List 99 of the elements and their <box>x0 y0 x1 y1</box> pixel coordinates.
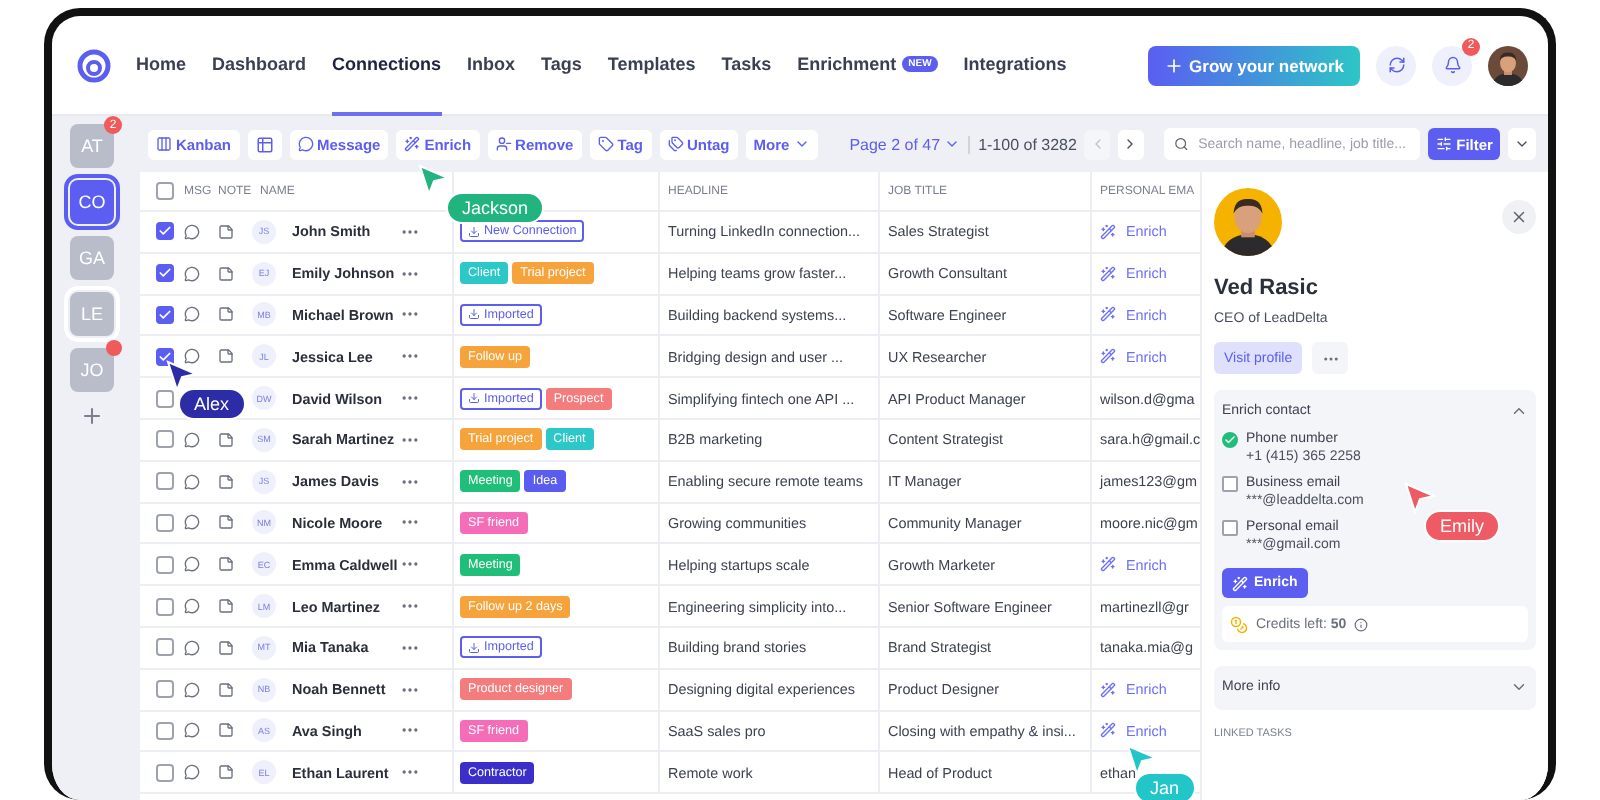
view-toggle-button[interactable] <box>247 129 282 159</box>
message-icon <box>184 764 200 781</box>
wand-icon <box>1100 722 1116 739</box>
note-icon <box>218 265 234 282</box>
add-icon <box>80 404 104 428</box>
row-checkbox[interactable] <box>156 222 174 241</box>
grow-network-button[interactable]: Grow your network <box>1147 45 1360 85</box>
note-icon <box>218 348 234 365</box>
wand-icon <box>1100 223 1116 240</box>
workspace-tile[interactable]: CO <box>70 180 114 224</box>
note-icon <box>218 514 234 531</box>
result-range: 1-100 of 3282 <box>978 135 1077 153</box>
note-icon <box>218 431 234 448</box>
wand-icon <box>1100 681 1116 698</box>
note-icon <box>218 722 234 739</box>
wand-icon <box>404 136 421 152</box>
sliders-icon <box>1436 136 1453 152</box>
note-icon <box>218 223 234 240</box>
caret-icon <box>1514 136 1531 152</box>
row-checkbox[interactable] <box>156 513 174 532</box>
download-icon <box>468 392 480 405</box>
row-checkbox[interactable] <box>156 347 174 366</box>
message-icon <box>184 348 200 365</box>
row-checkbox[interactable] <box>156 472 174 491</box>
bell-icon <box>1443 56 1461 74</box>
row-checkbox[interactable] <box>156 763 174 782</box>
message-icon <box>184 681 200 698</box>
note-icon <box>218 473 234 490</box>
row-checkbox[interactable] <box>156 555 174 574</box>
message-icon <box>184 598 200 615</box>
wand-icon <box>1100 348 1116 365</box>
wand-icon <box>1232 575 1248 591</box>
page-selector[interactable]: Page 2 of 47 <box>849 135 971 153</box>
info-icon <box>1354 617 1369 631</box>
message-icon <box>184 223 200 240</box>
row-checkbox[interactable] <box>156 721 174 740</box>
note-icon <box>218 681 234 698</box>
message-icon <box>184 473 200 490</box>
nav-link[interactable]: Integrations <box>963 16 1067 115</box>
note-icon <box>218 639 234 656</box>
note-icon <box>218 306 234 323</box>
cursor-label: Jan <box>1134 772 1196 800</box>
checkbox[interactable] <box>1222 520 1238 536</box>
refresh-button[interactable] <box>1376 45 1416 85</box>
download-icon <box>468 308 480 321</box>
cursor-icon <box>1404 482 1436 514</box>
logo-icon[interactable] <box>76 47 112 83</box>
contact-name: Ved Rasic <box>1214 276 1320 300</box>
more-button[interactable] <box>1312 342 1349 374</box>
note-icon <box>218 556 234 573</box>
message-icon <box>184 722 200 739</box>
message-icon <box>184 265 200 282</box>
search-icon <box>1173 136 1189 152</box>
tags-icon <box>667 136 684 152</box>
close-icon <box>1510 208 1528 226</box>
row-checkbox[interactable] <box>156 264 174 283</box>
nav-link[interactable]: Inbox <box>467 16 516 115</box>
note-icon <box>218 764 234 781</box>
cursor-label: Emily <box>1424 510 1500 542</box>
nav-link[interactable]: Dashboard <box>212 16 307 115</box>
nav-link[interactable]: Tags <box>541 16 582 115</box>
note-icon <box>218 598 234 615</box>
user-minus-icon <box>495 136 512 152</box>
select-all-checkbox[interactable] <box>156 182 174 200</box>
dropdown-button[interactable] <box>1508 128 1536 160</box>
message-icon <box>184 556 200 573</box>
coins-icon <box>1230 615 1248 633</box>
row-checkbox[interactable] <box>156 680 174 699</box>
message-icon <box>184 639 200 656</box>
refresh-icon <box>1387 56 1405 74</box>
speech-bubble-icon <box>297 136 314 152</box>
nav-link[interactable]: Home <box>136 16 187 115</box>
caret-icon <box>793 136 810 152</box>
cursor-icon <box>166 360 198 392</box>
nav-link[interactable]: Tasks <box>721 16 772 115</box>
table-icon <box>255 135 274 153</box>
wand-icon <box>1100 306 1116 323</box>
message-icon <box>184 431 200 448</box>
row-checkbox[interactable] <box>156 389 174 408</box>
tag-icon <box>597 136 614 152</box>
row-checkbox[interactable] <box>156 638 174 657</box>
row-checkbox[interactable] <box>156 430 174 449</box>
plus-icon <box>1163 55 1184 75</box>
next-page-button[interactable] <box>1118 129 1144 159</box>
nav-link[interactable]: Templates <box>607 16 696 115</box>
row-checkbox[interactable] <box>156 305 174 324</box>
checkbox[interactable] <box>1222 432 1238 448</box>
message-icon <box>184 514 200 531</box>
download-icon <box>468 225 480 238</box>
checkbox[interactable] <box>1222 476 1238 492</box>
close-button[interactable] <box>1502 200 1536 234</box>
caret-icon <box>944 136 961 152</box>
cursor-label: Jackson <box>446 192 545 224</box>
message-icon <box>184 306 200 323</box>
wand-icon <box>1100 265 1116 282</box>
columns-icon <box>156 136 172 152</box>
download-icon <box>468 641 480 654</box>
row-checkbox[interactable] <box>156 597 174 616</box>
wand-icon <box>1100 556 1116 573</box>
